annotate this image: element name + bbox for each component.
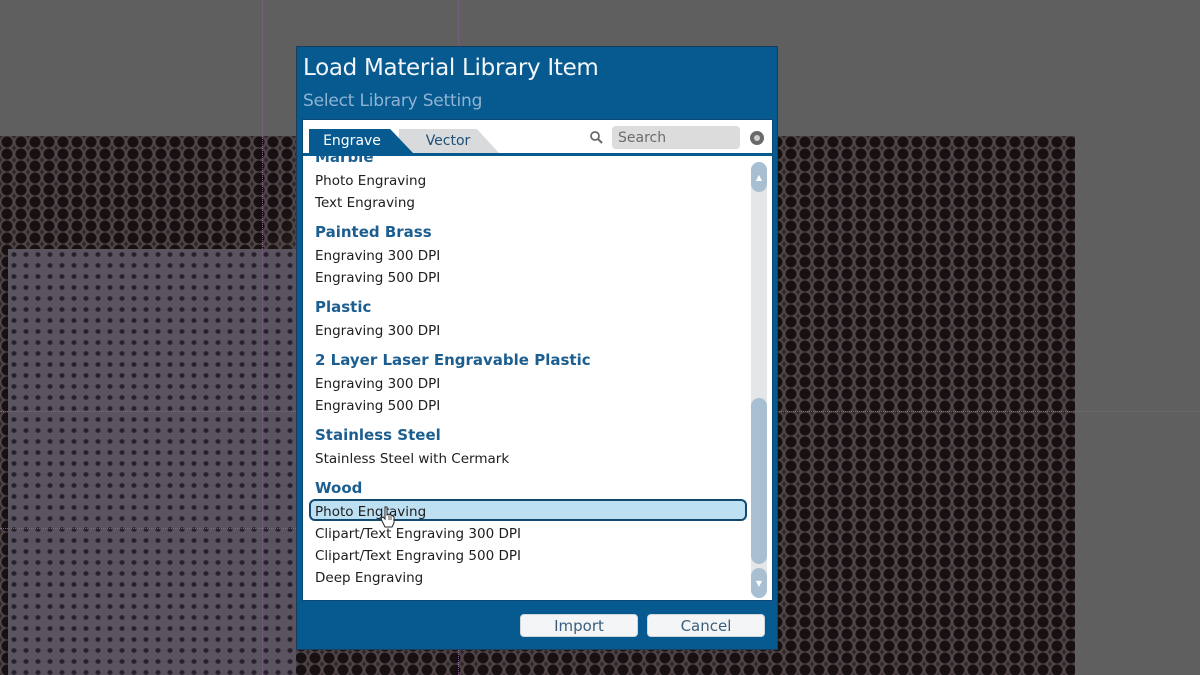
group-header-stainless-steel: Stainless Steel <box>315 426 441 444</box>
group-header-marble: Marble <box>315 156 374 166</box>
load-material-library-dialog: Load Material Library Item Select Librar… <box>296 46 778 650</box>
library-list[interactable]: Marble Photo Engraving Text Engraving Pa… <box>303 156 751 600</box>
dialog-subtitle: Select Library Setting <box>303 91 483 111</box>
tab-engrave[interactable]: Engrave <box>309 129 413 153</box>
list-item[interactable]: Clipart/Text Engraving 500 DPI <box>309 543 747 565</box>
list-item[interactable]: Clipart/Text Engraving 300 DPI <box>309 521 747 543</box>
photo-layer <box>8 249 296 675</box>
tab-vector[interactable]: Vector <box>399 129 499 153</box>
chevron-down-icon: ▼ <box>755 578 763 588</box>
tab-bar: Vector Engrave <box>303 120 772 156</box>
group-header-wood: Wood <box>315 479 363 497</box>
list-item[interactable]: Engraving 500 DPI <box>309 393 747 415</box>
scroll-down-button[interactable]: ▼ <box>751 568 767 598</box>
import-button[interactable]: Import <box>520 614 638 637</box>
group-header-painted-brass: Painted Brass <box>315 223 432 241</box>
scroll-up-button[interactable]: ▲ <box>751 162 767 192</box>
hand-cursor-icon <box>380 506 395 528</box>
cancel-button[interactable]: Cancel <box>647 614 765 637</box>
list-item[interactable]: Stainless Steel with Cermark <box>309 446 747 468</box>
search-icon <box>590 131 603 144</box>
guide-line-vertical <box>262 0 263 675</box>
group-header-plastic: Plastic <box>315 298 372 316</box>
guide-line-horizontal <box>0 528 300 529</box>
list-item[interactable]: Engraving 300 DPI <box>309 318 747 340</box>
list-item[interactable]: Engraving 500 DPI <box>309 265 747 287</box>
list-item[interactable]: Text Engraving <box>309 190 747 212</box>
list-item-selected[interactable]: Photo Engraving <box>309 499 747 521</box>
group-header-2-layer-plastic: 2 Layer Laser Engravable Plastic <box>315 351 591 369</box>
chevron-up-icon: ▲ <box>755 172 763 182</box>
list-item[interactable]: Deep Engraving <box>309 565 747 587</box>
clear-search-icon[interactable] <box>750 131 764 145</box>
list-item[interactable]: Photo Engraving <box>309 168 747 190</box>
library-panel: Vector Engrave Marble Photo Engraving Te… <box>302 119 773 601</box>
vertical-scrollbar[interactable]: ▲ ▼ <box>751 162 767 598</box>
dialog-title: Load Material Library Item <box>303 55 599 81</box>
list-item[interactable]: Engraving 300 DPI <box>309 371 747 393</box>
search-input[interactable] <box>612 126 740 149</box>
list-item[interactable]: Engraving 300 DPI <box>309 243 747 265</box>
scroll-thumb[interactable] <box>751 398 767 564</box>
